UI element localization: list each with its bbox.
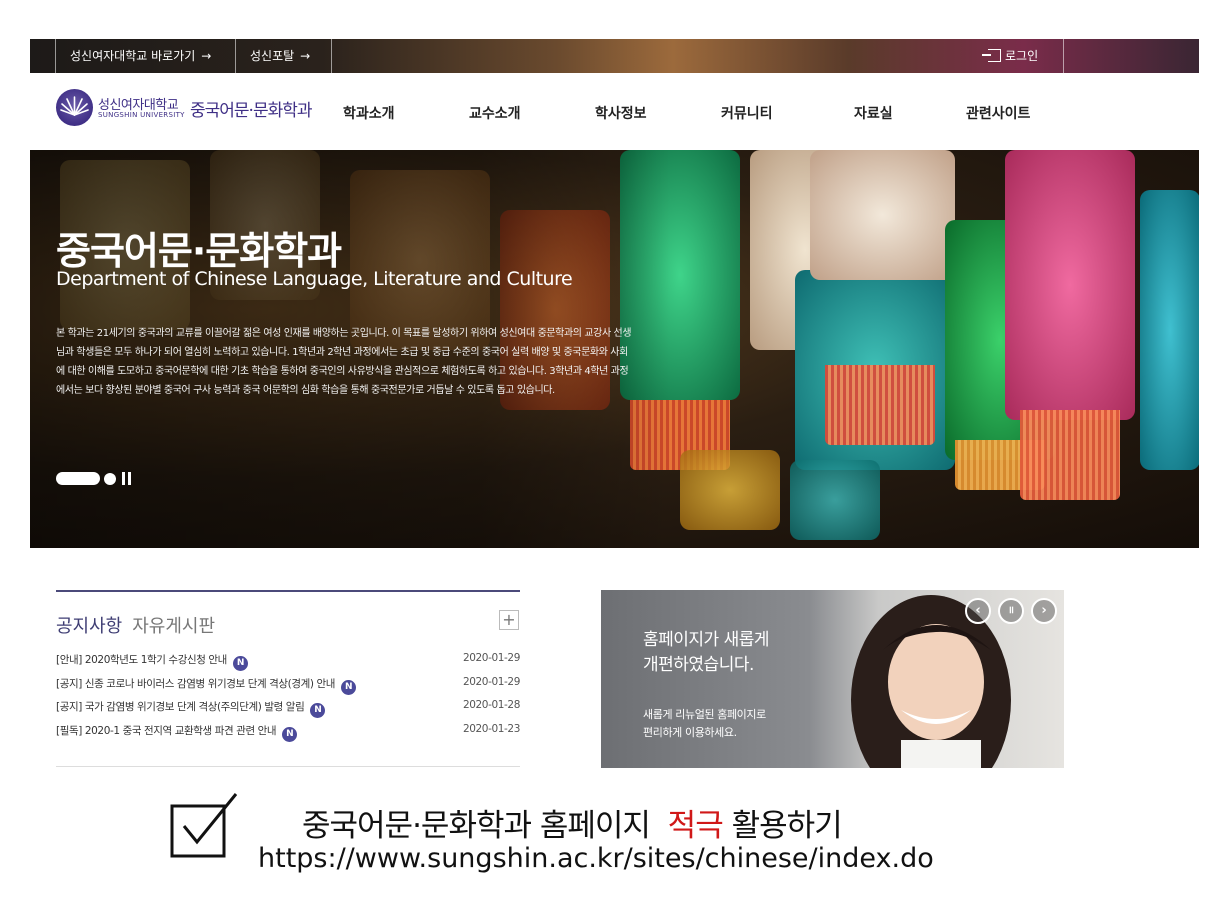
list-item[interactable]: [공지] 신종 코로나 바이러스 감염병 위기경보 단계 격상(경계) 안내 N … bbox=[56, 676, 520, 700]
post-list: [안내] 2020학년도 1학기 수강신청 안내 N 2020-01-29 [공지… bbox=[56, 652, 520, 746]
slogan: 중국어문·문화학과 홈페이지 적극 활용하기 bbox=[302, 800, 843, 845]
site-header: 성신여자대학교 SUNGSHIN UNIVERSITY 중국어문·문화학과 학과… bbox=[30, 73, 1199, 150]
post-title[interactable]: [공지] 신종 코로나 바이러스 감염병 위기경보 단계 격상(경계) 안내 bbox=[56, 676, 335, 691]
login-icon bbox=[982, 49, 1001, 62]
portal-link[interactable]: 성신포탈 → bbox=[236, 39, 332, 73]
arrow-right-icon: → bbox=[201, 49, 212, 63]
promo-headline: 홈페이지가 새롭게 개편하였습니다. bbox=[643, 628, 770, 678]
department-name[interactable]: 중국어문·문화학과 bbox=[190, 96, 313, 121]
login-label: 로그인 bbox=[1005, 49, 1039, 63]
post-date: 2020-01-28 bbox=[462, 699, 520, 711]
tab-notices[interactable]: 공지사항 bbox=[56, 616, 122, 637]
new-badge: N bbox=[232, 656, 248, 671]
hero-title: 중국어문·문화학과 bbox=[56, 229, 342, 273]
arrow-right-icon: → bbox=[300, 49, 311, 63]
university-site-link-label: 성신여자대학교 바로가기 bbox=[70, 49, 196, 63]
slide-indicator bbox=[56, 468, 131, 485]
pause-icon[interactable] bbox=[122, 472, 131, 485]
notice-board: 공지사항 자유게시판 + [안내] 2020학년도 1학기 수강신청 안내 N 20… bbox=[56, 590, 520, 767]
login-link[interactable]: 로그인 bbox=[980, 39, 1064, 73]
more-button[interactable]: + bbox=[499, 610, 519, 630]
prev-arrow-icon[interactable]: ‹ bbox=[965, 598, 991, 624]
university-name-en: SUNGSHIN UNIVERSITY bbox=[98, 111, 185, 119]
portal-link-label: 성신포탈 bbox=[250, 49, 295, 63]
hero-subtitle: Department of Chinese Language, Literatu… bbox=[56, 268, 573, 290]
post-date: 2020-01-29 bbox=[462, 652, 520, 664]
hero-banner: 중국어문·문화학과 Department of Chinese Language… bbox=[30, 150, 1199, 548]
promo-headline-line2: 개편하였습니다. bbox=[643, 655, 754, 675]
slide-dot-active[interactable] bbox=[56, 472, 100, 485]
checkbox-icon bbox=[170, 793, 238, 858]
slide-dot[interactable] bbox=[104, 472, 116, 485]
new-badge: N bbox=[310, 703, 326, 718]
promo-subtext: 새롭게 리뉴얼된 홈페이지로 편리하게 이용하세요. bbox=[643, 706, 766, 742]
board-tabs: 공지사항 자유게시판 bbox=[56, 612, 215, 638]
nav-item-community[interactable]: 커뮤니티 bbox=[721, 103, 773, 123]
hero-description: 본 학과는 21세기의 중국과의 교류를 이끌어갈 젊은 여성 인재를 배양하는… bbox=[56, 328, 632, 396]
university-site-link[interactable]: 성신여자대학교 바로가기 → bbox=[55, 39, 236, 73]
next-arrow-icon[interactable]: › bbox=[1031, 598, 1057, 624]
post-title[interactable]: [안내] 2020학년도 1학기 수강신청 안내 bbox=[56, 652, 227, 667]
promo-banner[interactable]: 홈페이지가 새롭게 개편하였습니다. 새롭게 리뉴얼된 홈페이지로 편리하게 이… bbox=[601, 590, 1064, 768]
promo-headline-line1: 홈페이지가 새롭게 bbox=[643, 630, 770, 650]
pause-icon[interactable]: ॥ bbox=[998, 598, 1024, 624]
promo-subtext-line2: 편리하게 이용하세요. bbox=[643, 726, 737, 739]
university-emblem-icon[interactable] bbox=[56, 89, 93, 126]
slogan-text-end: 활용하기 bbox=[731, 808, 843, 844]
post-title[interactable]: [필독] 2020-1 중국 전지역 교환학생 파견 관련 안내 bbox=[56, 723, 277, 738]
nav-item-about[interactable]: 학과소개 bbox=[343, 103, 395, 123]
nav-item-archive[interactable]: 자료실 bbox=[854, 103, 893, 123]
utility-bar: 성신여자대학교 바로가기 → 성신포탈 → 로그인 bbox=[30, 39, 1199, 73]
promo-subtext-line1: 새롭게 리뉴얼된 홈페이지로 bbox=[643, 708, 766, 721]
slogan-text: 중국어문·문화학과 홈페이지 bbox=[302, 808, 651, 844]
nav-item-faculty[interactable]: 교수소개 bbox=[469, 103, 521, 123]
list-item[interactable]: [필독] 2020-1 중국 전지역 교환학생 파견 관련 안내 N 2020-0… bbox=[56, 723, 520, 747]
list-item[interactable]: [안내] 2020학년도 1학기 수강신청 안내 N 2020-01-29 bbox=[56, 652, 520, 676]
post-title[interactable]: [공지] 국가 감염병 위기경보 단계 격상(주의단계) 발령 알림 bbox=[56, 699, 305, 714]
homepage-url: https://www.sungshin.ac.kr/sites/chinese… bbox=[258, 843, 934, 874]
list-item[interactable]: [공지] 국가 감염병 위기경보 단계 격상(주의단계) 발령 알림 N 2020… bbox=[56, 699, 520, 723]
new-badge: N bbox=[282, 726, 298, 742]
new-badge: N bbox=[341, 679, 357, 695]
nav-item-academics[interactable]: 학사정보 bbox=[595, 103, 647, 123]
post-date: 2020-01-29 bbox=[462, 675, 520, 688]
slogan-accent: 적극 bbox=[667, 808, 724, 844]
tab-free-board[interactable]: 자유게시판 bbox=[132, 616, 215, 637]
post-date: 2020-01-23 bbox=[462, 722, 520, 735]
nav-item-related-sites[interactable]: 관련사이트 bbox=[966, 103, 1030, 123]
